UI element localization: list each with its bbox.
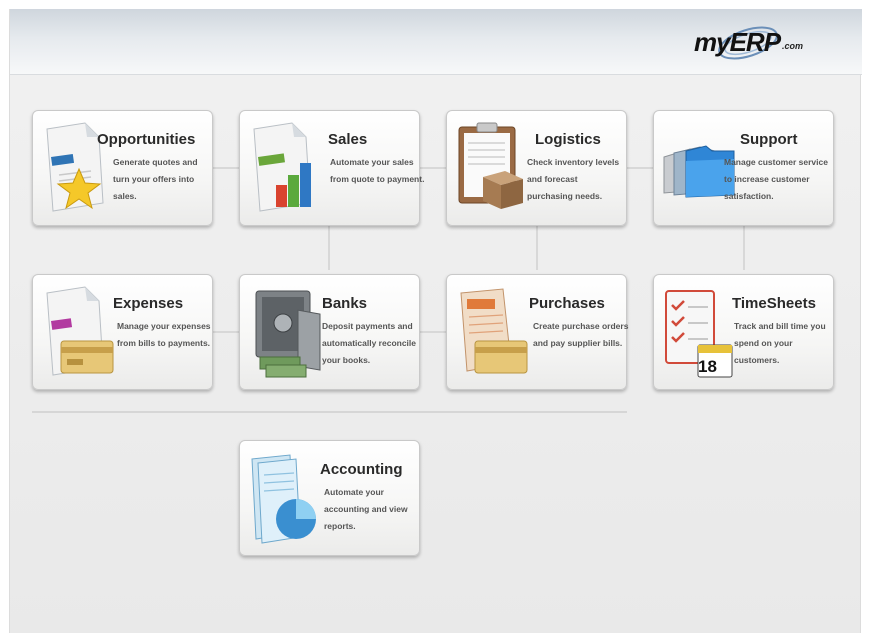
module-title: Opportunities	[97, 131, 196, 148]
module-description: Create purchase orders and pay supplier …	[533, 321, 629, 348]
connector-timesheets-support	[743, 226, 745, 270]
calendar-day-label: 18	[698, 357, 717, 376]
module-description: Automate your sales from quote to paymen…	[330, 157, 425, 184]
module-description: Deposit payments and automatically recon…	[322, 321, 417, 365]
logo-text-erp: ERP	[729, 27, 781, 57]
module-card-banks[interactable]: Banks Deposit payments and automatically…	[239, 274, 420, 390]
module-title: Banks	[322, 295, 368, 312]
module-title: Sales	[328, 131, 368, 148]
logo-suffix: .com	[782, 41, 804, 51]
module-card-expenses[interactable]: Expenses Manage your expenses from bills…	[32, 274, 213, 390]
clipboard-boxes-icon	[458, 122, 523, 209]
connector-sales-banks	[328, 226, 330, 270]
module-card-accounting[interactable]: Accounting Automate your accounting and …	[239, 440, 420, 556]
module-title: Accounting	[320, 461, 403, 478]
module-card-logistics[interactable]: Logistics Check inventory levels and for…	[446, 110, 627, 226]
connector-logistics-support	[627, 167, 653, 169]
connector-expenses-banks	[213, 331, 239, 333]
invoice-bar-chart-icon	[253, 122, 311, 212]
logo-text: myERP	[694, 27, 781, 58]
connector-purchases-logistics	[536, 226, 538, 270]
connector-purchases-banks	[420, 331, 446, 333]
bill-credit-card-icon	[46, 286, 114, 376]
module-description: Track and bill time you spend on your cu…	[734, 321, 826, 365]
module-title: TimeSheets	[732, 295, 816, 312]
module-title: Logistics	[535, 131, 601, 148]
module-card-purchases[interactable]: Purchases Create purchase orders and pay…	[446, 274, 629, 390]
module-title: Purchases	[529, 295, 605, 312]
module-title: Expenses	[113, 295, 184, 312]
module-description: Manage customer service to increase cust…	[724, 157, 828, 201]
module-description: Automate your accounting and view report…	[324, 487, 408, 531]
module-title: Support	[740, 131, 798, 148]
app-frame: myERP .com Opportunities Generate quotes…	[9, 9, 862, 633]
module-card-support[interactable]: Support Manage customer service to incre…	[653, 110, 834, 226]
logo-text-my: my	[694, 27, 731, 57]
module-card-sales[interactable]: Sales Automate your sales from quote to …	[239, 110, 424, 226]
module-card-timesheets[interactable]: 18 TimeSheets Track and bill time you sp…	[653, 274, 834, 390]
safe-money-icon	[255, 290, 321, 378]
section-divider	[32, 411, 627, 413]
connector-opportunities-sales	[213, 167, 239, 169]
purchase-order-card-icon	[460, 288, 528, 374]
reports-pie-chart-icon	[251, 454, 316, 544]
module-card-opportunities[interactable]: Opportunities Generate quotes and turn y…	[32, 110, 213, 226]
module-description: Check inventory levels and forecast purc…	[527, 157, 620, 201]
module-description: Manage your expenses from bills to payme…	[117, 321, 211, 348]
header-bar: myERP .com	[10, 9, 862, 75]
myerp-logo[interactable]: myERP .com	[690, 19, 810, 67]
module-description: Generate quotes and turn your offers int…	[113, 157, 198, 201]
